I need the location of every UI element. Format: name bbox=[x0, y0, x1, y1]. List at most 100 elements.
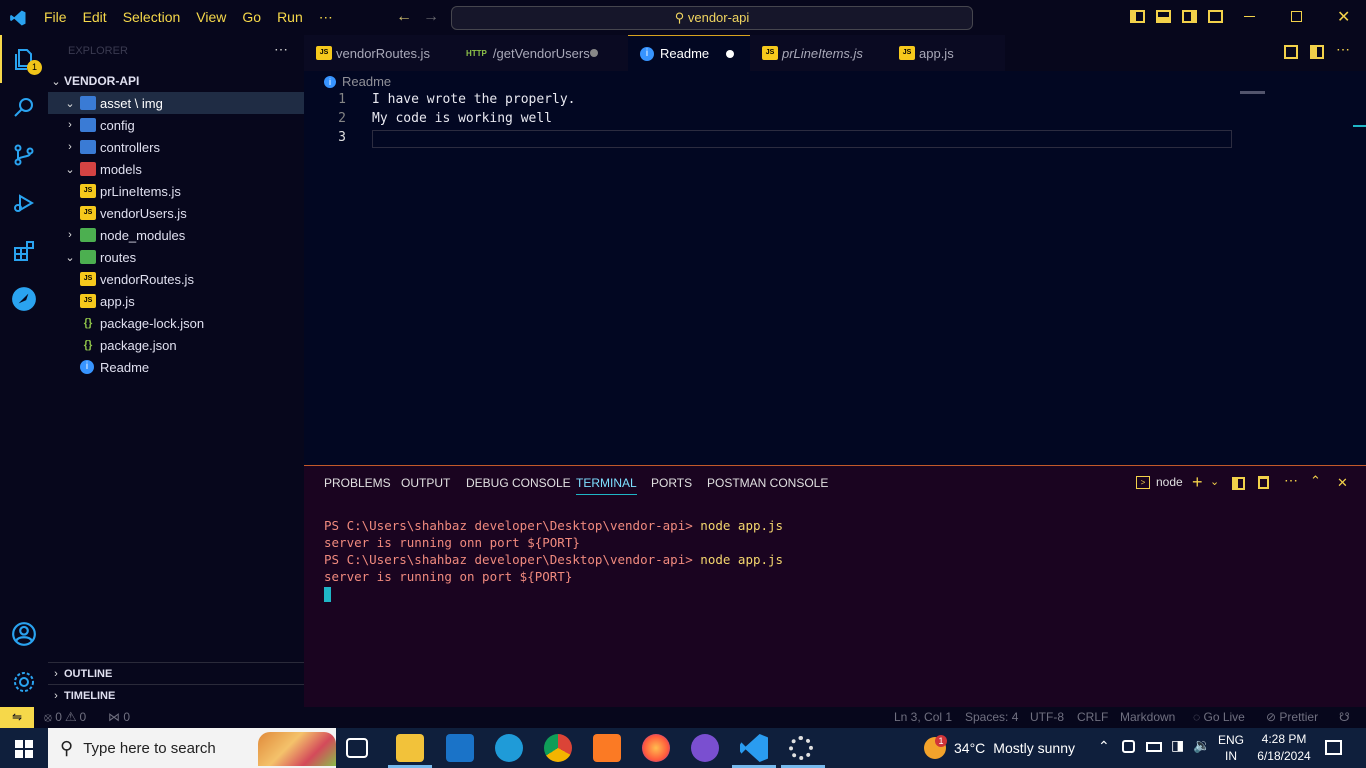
remote-button[interactable]: ⇋ bbox=[0, 707, 34, 728]
file-explorer-icon[interactable] bbox=[396, 734, 424, 762]
panel-tab[interactable]: POSTMAN CONSOLE bbox=[707, 476, 828, 490]
tree-item[interactable]: ⌄ models bbox=[48, 158, 304, 180]
tree-item[interactable]: ⌄ routes bbox=[48, 246, 304, 268]
go-live-button[interactable]: ◌ Go Live bbox=[1193, 710, 1245, 724]
restore-icon[interactable] bbox=[1291, 11, 1302, 22]
xampp-icon[interactable] bbox=[593, 734, 621, 762]
timeline-section[interactable]: › TIMELINE bbox=[48, 684, 304, 706]
panel-more-icon[interactable]: ⋯ bbox=[1284, 472, 1298, 489]
split-terminal-icon[interactable] bbox=[1232, 477, 1245, 490]
trash-icon[interactable] bbox=[1258, 476, 1269, 489]
meet-now-icon[interactable] bbox=[1122, 740, 1135, 753]
taskbar-search[interactable]: ⚲ Type here to search bbox=[48, 728, 336, 768]
account-icon[interactable] bbox=[0, 610, 48, 658]
tree-item[interactable]: ⌄ asset \ img bbox=[48, 92, 304, 114]
tree-item[interactable]: › controllers bbox=[48, 136, 304, 158]
manage-gear-icon[interactable] bbox=[0, 658, 48, 706]
editor-tab[interactable]: HTTP/getVendorUsers bbox=[456, 35, 628, 71]
vscode-taskbar-icon[interactable] bbox=[740, 734, 768, 762]
command-center-search[interactable]: ⚲ vendor-api bbox=[451, 6, 973, 30]
menu-item-1[interactable]: Edit bbox=[75, 0, 115, 35]
new-terminal-icon[interactable]: + bbox=[1192, 472, 1203, 493]
terminal-selector[interactable]: > node bbox=[1136, 475, 1183, 489]
tree-item[interactable]: › config bbox=[48, 114, 304, 136]
editor-tab[interactable]: JS vendorRoutes.js bbox=[304, 35, 456, 71]
editor-tab[interactable]: JS prLineItems.js bbox=[750, 35, 887, 71]
tree-item[interactable]: {} package.json bbox=[48, 334, 304, 356]
menu-item-4[interactable]: Go bbox=[234, 0, 269, 35]
mail-icon[interactable] bbox=[446, 734, 474, 762]
language-mode[interactable]: Markdown bbox=[1120, 710, 1175, 724]
menu-item-3[interactable]: View bbox=[188, 0, 234, 35]
wifi-icon[interactable]: ◨ bbox=[1171, 737, 1184, 754]
tree-item[interactable]: {} package-lock.json bbox=[48, 312, 304, 334]
outline-section[interactable]: › OUTLINE bbox=[48, 662, 304, 684]
chevron-up-icon[interactable]: ⌃ bbox=[1098, 738, 1110, 755]
close-window-icon[interactable]: ✕ bbox=[1337, 7, 1350, 27]
volume-icon[interactable]: 🔉 bbox=[1193, 737, 1210, 754]
toggle-primary-sidebar-icon[interactable] bbox=[1130, 10, 1145, 23]
toggle-panel-icon[interactable] bbox=[1156, 10, 1171, 23]
editor-tab[interactable]: i Readme bbox=[628, 35, 750, 71]
close-panel-icon[interactable]: ✕ bbox=[1337, 475, 1348, 491]
notification-center-icon[interactable] bbox=[1325, 740, 1342, 755]
notifications-bell-icon[interactable]: ☋ bbox=[1339, 710, 1350, 724]
postman-icon[interactable] bbox=[0, 275, 48, 323]
run-debug-icon[interactable] bbox=[0, 179, 48, 227]
editor-area[interactable]: i Readme 1 I have wrote the properly. 2 My … bbox=[304, 71, 1366, 465]
code-line[interactable]: I have wrote the properly. bbox=[372, 92, 576, 111]
project-root[interactable]: ⌄ VENDOR-API bbox=[48, 70, 304, 92]
tree-item[interactable]: i Readme bbox=[48, 356, 304, 378]
task-view-icon[interactable] bbox=[346, 738, 368, 758]
scrollbar[interactable] bbox=[1353, 125, 1366, 127]
unsaved-dot-icon[interactable] bbox=[726, 50, 734, 58]
chevron-down-icon[interactable]: ⌄ bbox=[1210, 475, 1219, 488]
code-line[interactable]: My code is working well bbox=[372, 111, 552, 130]
forward-arrow-icon[interactable]: → bbox=[423, 8, 439, 26]
cursor-position[interactable]: Ln 3, Col 1 bbox=[894, 710, 952, 724]
clock[interactable]: 4:28 PM 6/18/2024 bbox=[1256, 731, 1312, 765]
panel-tab[interactable]: TERMINAL bbox=[576, 476, 637, 495]
tree-item[interactable]: JS vendorUsers.js bbox=[48, 202, 304, 224]
language-indicator[interactable]: ENG IN bbox=[1218, 732, 1244, 764]
firefox-icon[interactable] bbox=[642, 734, 670, 762]
tab-more-icon[interactable]: ⋯ bbox=[1336, 41, 1350, 58]
prettier-button[interactable]: ⊘ Prettier bbox=[1266, 710, 1318, 724]
sidebar-more-icon[interactable]: ⋯ bbox=[274, 41, 288, 58]
maximize-panel-icon[interactable]: ⌃ bbox=[1310, 473, 1321, 489]
open-preview-icon[interactable] bbox=[1284, 45, 1298, 59]
windows-start-icon[interactable] bbox=[15, 740, 33, 758]
edge-icon[interactable] bbox=[495, 734, 523, 762]
problems-status[interactable]: ⦻ 0 ⚠ 0 bbox=[44, 710, 86, 725]
panel-tab[interactable]: OUTPUT bbox=[401, 476, 450, 490]
explorer-icon[interactable]: 1 bbox=[0, 35, 48, 83]
editor-tab[interactable]: JS app.js bbox=[887, 35, 1005, 71]
menu-item-6[interactable]: ⋯ bbox=[311, 0, 341, 35]
panel-tab[interactable]: PROBLEMS bbox=[324, 476, 391, 490]
tree-item[interactable]: JS prLineItems.js bbox=[48, 180, 304, 202]
weather-widget[interactable]: 1 34°C Mostly sunny bbox=[924, 728, 1075, 768]
panel-tab[interactable]: PORTS bbox=[651, 476, 692, 490]
customize-layout-icon[interactable] bbox=[1208, 10, 1223, 23]
tree-item[interactable]: › node_modules bbox=[48, 224, 304, 246]
split-editor-icon[interactable] bbox=[1310, 45, 1324, 59]
source-control-icon[interactable] bbox=[0, 131, 48, 179]
menu-item-0[interactable]: File bbox=[36, 0, 75, 35]
unsaved-dot-icon[interactable] bbox=[590, 49, 598, 57]
toggle-secondary-sidebar-icon[interactable] bbox=[1182, 10, 1197, 23]
menu-item-2[interactable]: Selection bbox=[115, 0, 189, 35]
settings-gear-icon[interactable] bbox=[789, 736, 813, 760]
back-arrow-icon[interactable]: ← bbox=[396, 8, 412, 26]
indentation[interactable]: Spaces: 4 bbox=[965, 710, 1018, 724]
tree-item[interactable]: JS vendorRoutes.js bbox=[48, 268, 304, 290]
minimize-icon[interactable] bbox=[1244, 16, 1255, 17]
chrome-icon[interactable] bbox=[544, 734, 572, 762]
github-desktop-icon[interactable] bbox=[691, 734, 719, 762]
battery-icon[interactable] bbox=[1146, 742, 1162, 752]
ports-status[interactable]: ⋈ 0 bbox=[108, 710, 130, 724]
extensions-icon[interactable] bbox=[0, 227, 48, 275]
eol[interactable]: CRLF bbox=[1077, 710, 1108, 724]
search-icon[interactable] bbox=[0, 83, 48, 131]
encoding[interactable]: UTF-8 bbox=[1030, 710, 1064, 724]
tree-item[interactable]: JS app.js bbox=[48, 290, 304, 312]
